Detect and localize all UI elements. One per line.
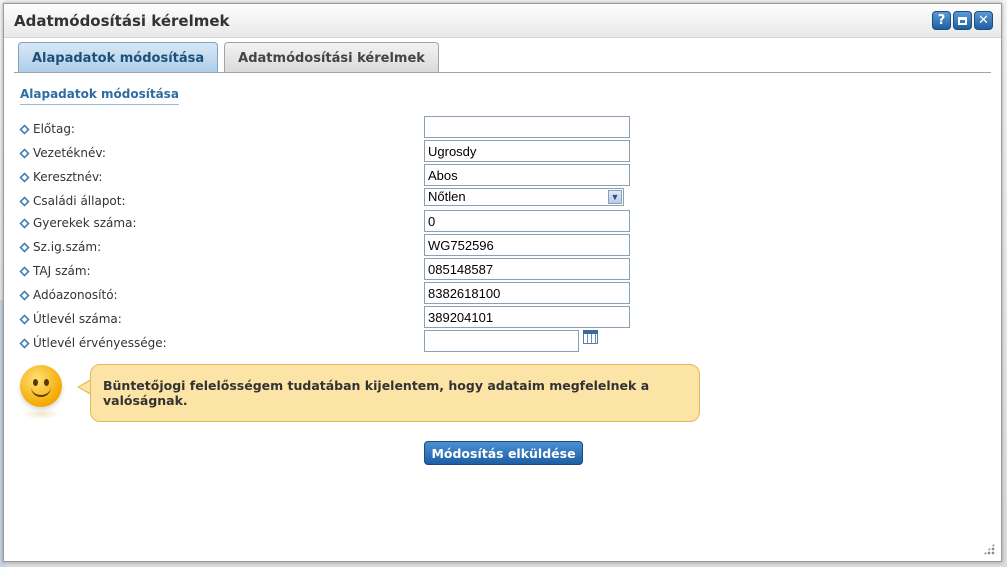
help-button[interactable]: ?	[932, 11, 951, 30]
change-request-dialog: Adatmódosítási kérelmek ? ✕ Alapadatok m…	[3, 3, 1002, 562]
field-label-wrap: TAJ szám:	[19, 264, 91, 278]
diamond-bullet-icon	[19, 337, 30, 349]
tab-bar: Alapadatok módosítása Adatmódosítási kér…	[18, 42, 439, 73]
marital-status-label: Családi állapot:	[33, 194, 126, 208]
tax-id-label: Adóazonosító:	[33, 288, 118, 302]
passport-number-input[interactable]	[424, 306, 630, 328]
dialog-titlebar[interactable]: Adatmódosítási kérelmek ? ✕	[4, 4, 1001, 38]
field-label-wrap: Gyerekek száma:	[19, 216, 137, 230]
prefix-label: Előtag:	[33, 122, 75, 136]
field-label-wrap: Útlevél érvényessége:	[19, 336, 167, 350]
dialog-title: Adatmódosítási kérelmek	[14, 12, 230, 30]
field-label-wrap: Előtag:	[19, 122, 75, 136]
marital-status-value: Nőtlen	[428, 189, 466, 204]
passport-number-label: Útlevél száma:	[33, 312, 122, 326]
form-row-passport-validity: Útlevél érvényessége:	[19, 330, 630, 358]
window-controls: ? ✕	[932, 11, 993, 30]
chevron-down-icon[interactable]: ▼	[608, 190, 622, 204]
diamond-bullet-icon	[19, 147, 30, 159]
taj-number-label: TAJ szám:	[33, 264, 91, 278]
diamond-bullet-icon	[19, 265, 30, 277]
declaration-text: Büntetőjogi felelősségem tudatában kijel…	[103, 378, 650, 408]
diamond-bullet-icon	[19, 195, 30, 207]
declaration-notice: Büntetőjogi felelősségem tudatában kijel…	[20, 361, 700, 425]
last-name-label: Vezetéknév:	[33, 146, 106, 160]
last-name-input[interactable]	[424, 140, 630, 162]
id-number-input[interactable]	[424, 234, 630, 256]
diamond-bullet-icon	[19, 241, 30, 253]
resize-grip-icon[interactable]	[983, 543, 995, 555]
close-icon: ✕	[978, 13, 989, 28]
tax-id-input[interactable]	[424, 282, 630, 304]
smiley-mouth	[31, 385, 51, 397]
taj-number-input[interactable]	[424, 258, 630, 280]
maximize-icon	[958, 16, 967, 25]
tab-change-requests[interactable]: Adatmódosítási kérelmek	[224, 42, 439, 73]
tab-basic-data[interactable]: Alapadatok módosítása	[18, 42, 219, 73]
smiley-icon	[20, 365, 62, 407]
diamond-bullet-icon	[19, 217, 30, 229]
diamond-bullet-icon	[19, 171, 30, 183]
prefix-input[interactable]	[424, 116, 630, 138]
calendar-icon[interactable]	[583, 330, 598, 344]
diamond-bullet-icon	[19, 313, 30, 325]
submit-change-button[interactable]: Módosítás elküldése	[424, 441, 583, 465]
close-button[interactable]: ✕	[974, 11, 993, 30]
section-title: Alapadatok módosítása	[20, 87, 179, 105]
first-name-label: Keresztnév:	[33, 170, 103, 184]
first-name-input[interactable]	[424, 164, 630, 186]
maximize-button[interactable]	[953, 11, 972, 30]
field-label-wrap: Útlevél száma:	[19, 312, 122, 326]
speech-bubble-tail	[77, 379, 92, 395]
children-label: Gyerekek száma:	[33, 216, 137, 230]
field-label-wrap: Vezetéknév:	[19, 146, 106, 160]
passport-validity-label: Útlevél érvényessége:	[33, 336, 167, 350]
smiley-shadow	[22, 409, 60, 419]
tab-divider	[14, 72, 991, 73]
passport-validity-input[interactable]	[424, 330, 579, 352]
help-icon: ?	[937, 13, 946, 28]
field-label-wrap: Családi állapot:	[19, 194, 126, 208]
diamond-bullet-icon	[19, 123, 30, 135]
diamond-bullet-icon	[19, 289, 30, 301]
children-input[interactable]	[424, 210, 630, 232]
field-label-wrap: Adóazonosító:	[19, 288, 118, 302]
marital-status-select[interactable]: Nőtlen ▼	[424, 188, 624, 206]
field-label-wrap: Sz.ig.szám:	[19, 240, 102, 254]
id-number-label: Sz.ig.szám:	[33, 240, 102, 254]
field-label-wrap: Keresztnév:	[19, 170, 103, 184]
speech-bubble: Büntetőjogi felelősségem tudatában kijel…	[90, 364, 700, 422]
